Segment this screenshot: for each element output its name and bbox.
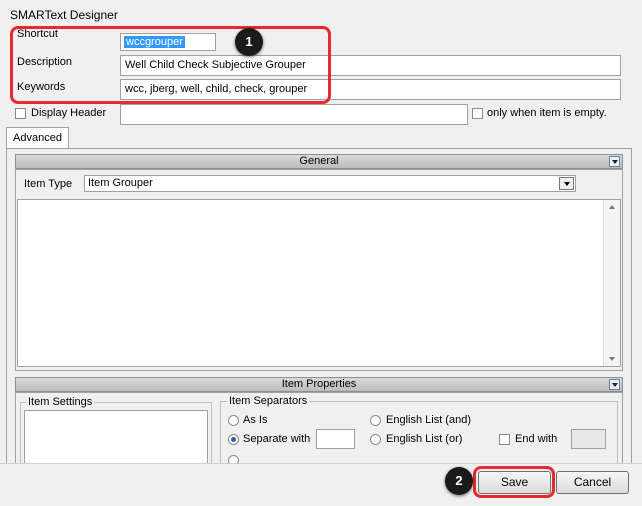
only-when-empty-label: only when item is empty. — [487, 107, 607, 119]
highlight-box-fields — [10, 26, 331, 104]
step-badge-1: 1 — [235, 28, 263, 56]
end-with-checkbox[interactable] — [499, 434, 510, 445]
radio-separate-with[interactable] — [228, 434, 239, 445]
scroll-up-icon[interactable] — [609, 205, 615, 209]
item-settings-list[interactable] — [24, 410, 208, 463]
radio-as-is[interactable] — [228, 415, 239, 426]
english-or-label: English List (or) — [386, 433, 463, 445]
tab-advanced[interactable]: Advanced — [6, 127, 69, 149]
english-and-label: English List (and) — [386, 414, 471, 426]
separate-with-label: Separate with — [243, 433, 311, 445]
scroll-down-icon[interactable] — [609, 357, 615, 361]
general-content-area[interactable] — [17, 199, 621, 367]
item-settings-label: Item Settings — [26, 396, 95, 408]
item-separators-group — [220, 401, 618, 463]
step-badge-2: 2 — [445, 467, 473, 495]
item-type-label: Item Type — [24, 178, 73, 190]
item-properties-header[interactable]: Item Properties — [15, 377, 623, 392]
general-header[interactable]: General — [15, 154, 623, 169]
item-properties-collapse-icon[interactable] — [609, 379, 620, 390]
general-title: General — [299, 155, 339, 167]
chevron-down-icon[interactable] — [559, 177, 574, 190]
cancel-button[interactable]: Cancel — [556, 471, 629, 494]
only-when-empty-checkbox[interactable] — [472, 108, 483, 119]
highlight-box-save — [473, 466, 555, 498]
end-with-input[interactable] — [571, 429, 606, 449]
item-properties-title: Item Properties — [281, 378, 357, 390]
item-type-value: Item Grouper — [88, 177, 153, 189]
radio-english-and[interactable] — [370, 415, 381, 426]
display-header-label: Display Header — [31, 107, 107, 119]
item-separators-label: Item Separators — [227, 395, 310, 407]
as-is-label: As Is — [243, 414, 268, 426]
radio-english-or[interactable] — [370, 434, 381, 445]
general-collapse-icon[interactable] — [609, 156, 620, 167]
separate-with-input[interactable] — [316, 429, 355, 449]
display-header-input[interactable] — [120, 104, 468, 125]
item-type-select[interactable]: Item Grouper — [84, 175, 576, 192]
display-header-checkbox[interactable] — [15, 108, 26, 119]
window-title: SMARText Designer — [10, 8, 118, 22]
vertical-scrollbar[interactable] — [603, 200, 620, 366]
end-with-label: End with — [515, 433, 558, 445]
